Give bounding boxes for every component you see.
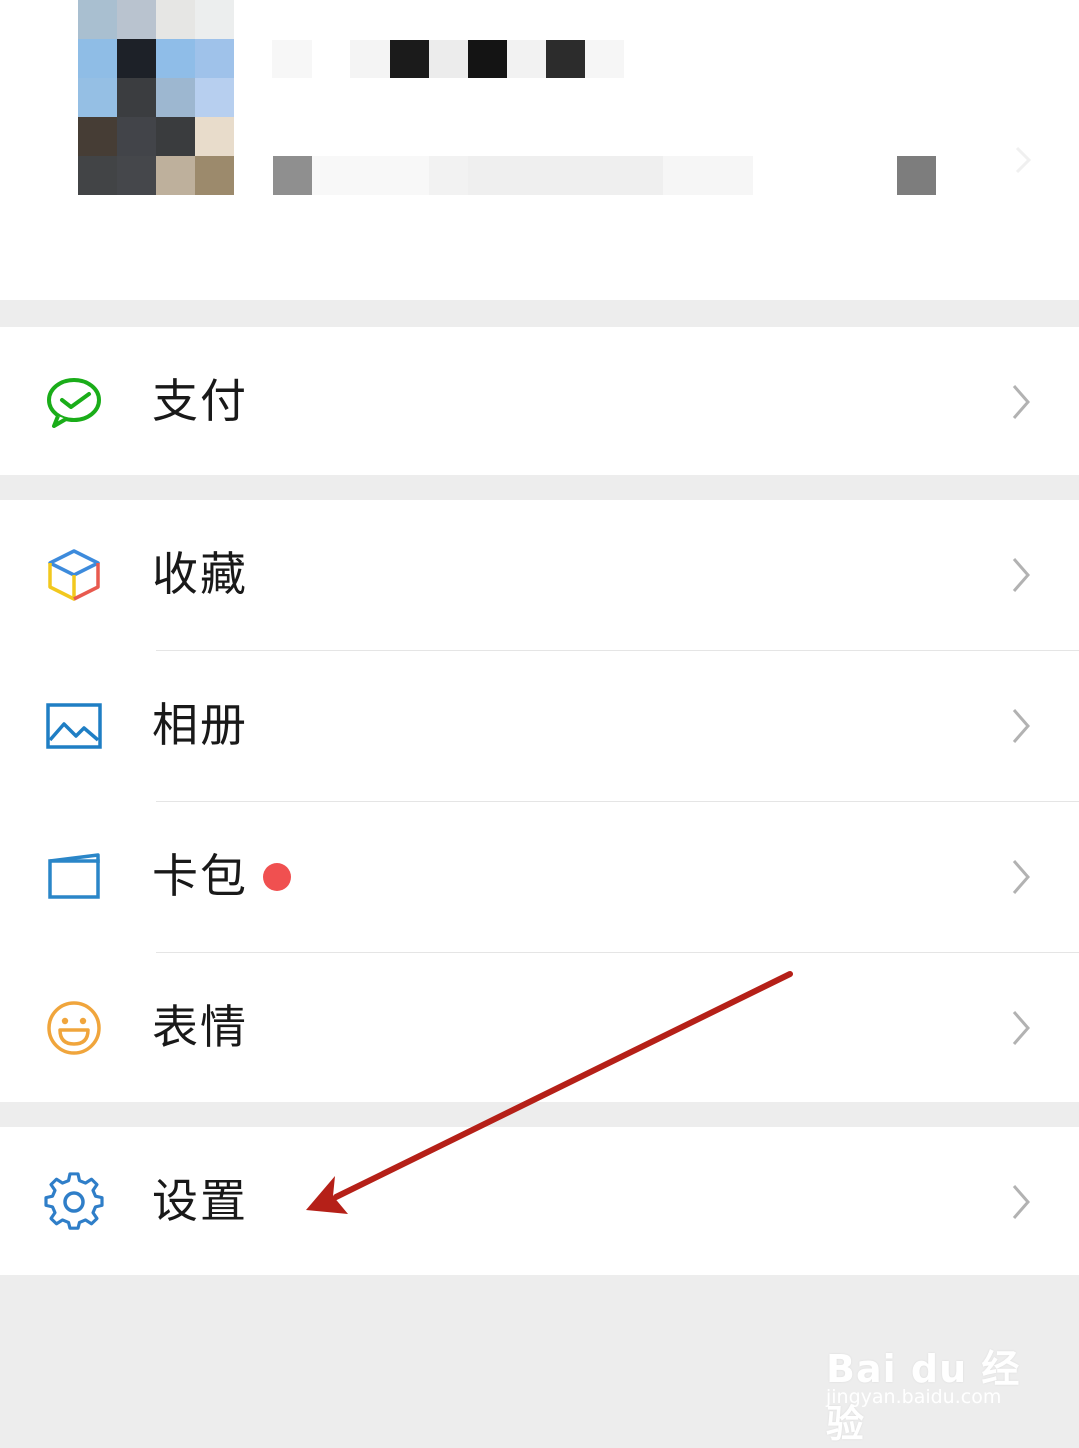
chevron-right-icon [1012, 709, 1030, 743]
menu-item-pay[interactable]: 支付 [0, 327, 1079, 477]
menu-item-cards[interactable]: 卡包 [0, 802, 1079, 952]
chevron-right-icon [1012, 860, 1030, 894]
chevron-right-icon [1012, 1185, 1030, 1219]
pay-section: 支付 [0, 327, 1079, 475]
menu-item-stickers[interactable]: 表情 [0, 953, 1079, 1103]
menu-item-label: 设置 [152, 1174, 248, 1228]
picture-icon [46, 703, 102, 749]
watermark: Bai du 经验 jingyan.baidu.com [826, 1320, 1026, 1446]
chevron-right-icon [1012, 1011, 1030, 1045]
menu-item-favorites[interactable]: 收藏 [0, 500, 1079, 650]
notification-badge [263, 863, 291, 891]
chevron-right-icon [1015, 146, 1032, 174]
menu-item-label: 表情 [152, 1000, 248, 1054]
gear-icon [44, 1172, 104, 1230]
wechat-pay-icon [47, 378, 101, 428]
smiley-icon [47, 1001, 101, 1055]
menu-item-label: 相册 [152, 698, 248, 752]
chevron-right-icon [1012, 558, 1030, 592]
main-section: 收藏 相册 卡包 表情 [0, 500, 1079, 1102]
wallet-icon [48, 853, 100, 899]
menu-item-settings[interactable]: 设置 [0, 1127, 1079, 1277]
profile-header[interactable] [0, 0, 1079, 300]
menu-item-label: 收藏 [152, 547, 248, 601]
menu-item-label: 卡包 [152, 849, 248, 903]
settings-section: 设置 [0, 1127, 1079, 1275]
watermark-url: jingyan.baidu.com [826, 1386, 1002, 1408]
cube-icon [48, 549, 100, 601]
menu-item-label: 支付 [152, 374, 248, 428]
chevron-right-icon [1012, 385, 1030, 419]
avatar[interactable] [78, 0, 234, 195]
menu-item-album[interactable]: 相册 [0, 651, 1079, 801]
